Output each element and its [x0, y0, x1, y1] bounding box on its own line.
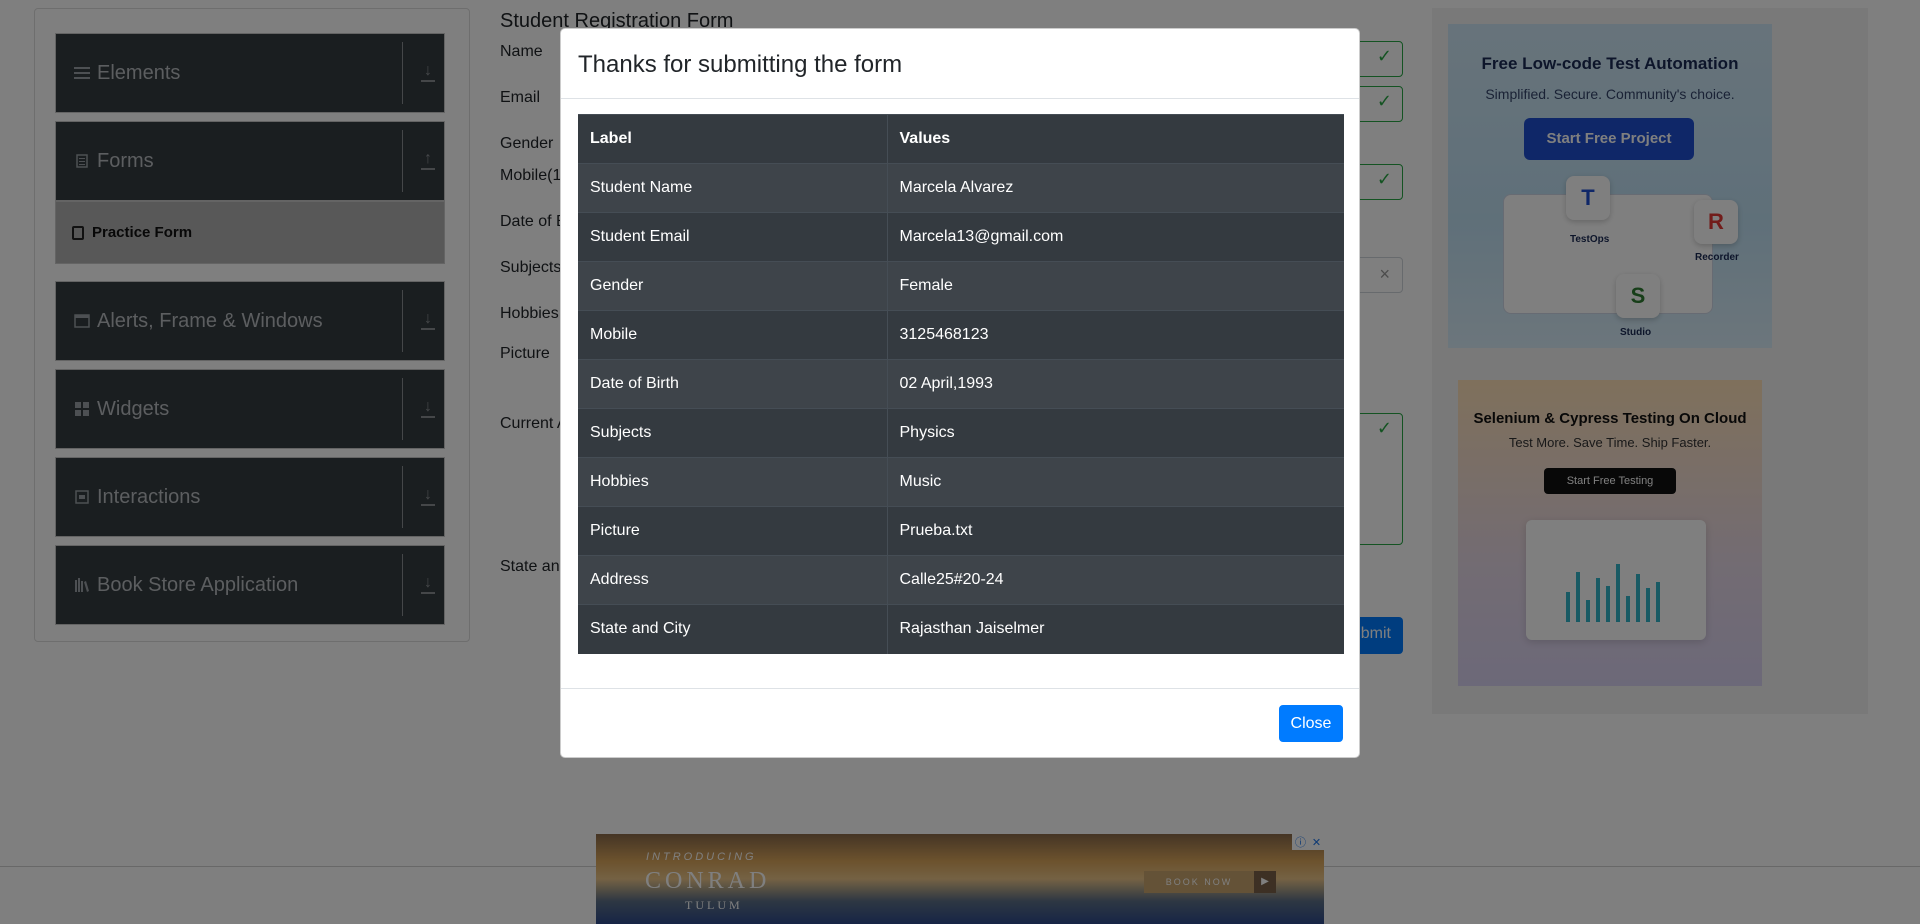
table-header-row: Label Values	[578, 114, 1344, 164]
table-row: Subjects Physics	[578, 408, 1344, 458]
table-row: State and City Rajasthan Jaiselmer	[578, 604, 1344, 654]
row-value: 3125468123	[887, 310, 1344, 360]
table-row: Date of Birth 02 April,1993	[578, 359, 1344, 409]
row-label: Address	[578, 555, 888, 605]
column-header: Label	[578, 114, 888, 164]
row-value: Rajasthan Jaiselmer	[887, 604, 1344, 654]
table-row: Address Calle25#20-24	[578, 555, 1344, 605]
table-row: Student Name Marcela Alvarez	[578, 163, 1344, 213]
row-label: Mobile	[578, 310, 888, 360]
table-row: Student Email Marcela13@gmail.com	[578, 212, 1344, 262]
table-row: Hobbies Music	[578, 457, 1344, 507]
row-value: Calle25#20-24	[887, 555, 1344, 605]
row-value: Prueba.txt	[887, 506, 1344, 556]
row-label: Subjects	[578, 408, 888, 458]
row-label: Hobbies	[578, 457, 888, 507]
table-row: Gender Female	[578, 261, 1344, 311]
table-row: Picture Prueba.txt	[578, 506, 1344, 556]
modal-footer: Close	[561, 688, 1359, 759]
row-label: Gender	[578, 261, 888, 311]
row-label: Student Email	[578, 212, 888, 262]
row-value: Physics	[887, 408, 1344, 458]
row-value: Marcela Alvarez	[887, 163, 1344, 213]
row-label: Student Name	[578, 163, 888, 213]
row-value: Marcela13@gmail.com	[887, 212, 1344, 262]
modal-header: Thanks for submitting the form	[561, 29, 1359, 99]
row-value: Female	[887, 261, 1344, 311]
results-table-wrapper: Label Values Student Name Marcela Alvarez…	[578, 114, 1344, 654]
results-table: Label Values Student Name Marcela Alvarez…	[578, 114, 1344, 654]
submission-modal: Thanks for submitting the form Label Val…	[560, 28, 1360, 758]
close-button[interactable]: Close	[1279, 705, 1343, 742]
row-label: Picture	[578, 506, 888, 556]
row-label: Date of Birth	[578, 359, 888, 409]
table-row: Mobile 3125468123	[578, 310, 1344, 360]
modal-title: Thanks for submitting the form	[578, 51, 903, 78]
row-value: 02 April,1993	[887, 359, 1344, 409]
row-label: State and City	[578, 604, 888, 654]
row-value: Music	[887, 457, 1344, 507]
column-header: Values	[887, 114, 1344, 164]
